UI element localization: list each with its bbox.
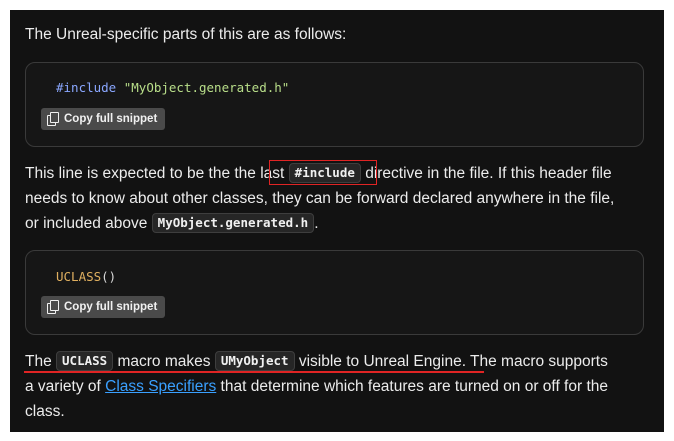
paragraph-line: needs to know about other classes, they … <box>25 190 615 207</box>
code-line: UCLASS() <box>56 269 116 284</box>
intro-text: The Unreal-specific parts of this are as… <box>25 26 347 43</box>
code-string: "MyObject.generated.h" <box>123 80 290 95</box>
text-span: a variety of <box>25 378 106 395</box>
inline-code: MyObject.generated.h <box>151 213 315 233</box>
code-macro: UCLASS <box>56 269 102 284</box>
text-span: directive in the file. If this header fi… <box>360 165 612 182</box>
highlight-underline <box>24 371 484 373</box>
text-span: . <box>314 215 319 232</box>
code-keyword: #include <box>56 80 117 95</box>
text-span: or included above <box>25 215 152 232</box>
code-snippet-uclass: UCLASS() Copy full snippet <box>25 250 644 335</box>
paragraph-line: a variety of Class Specifiers that deter… <box>25 374 608 400</box>
copy-snippet-button[interactable]: Copy full snippet <box>41 296 166 318</box>
text-span: This line is expected to be the the <box>25 165 261 182</box>
docs-panel: The Unreal-specific parts of this are as… <box>10 10 664 432</box>
code-snippet-include: #include "MyObject.generated.h" Copy ful… <box>25 62 644 147</box>
copy-icon <box>47 112 59 126</box>
inline-code: UCLASS <box>56 351 114 371</box>
highlight-box <box>269 160 377 185</box>
copy-snippet-label: Copy full snippet <box>64 113 158 125</box>
text-span: macro makes <box>113 353 215 370</box>
copy-snippet-button[interactable]: Copy full snippet <box>41 108 166 130</box>
inline-code: UMyObject <box>214 351 295 371</box>
text-span: that determine which features are turned… <box>216 378 608 395</box>
copy-icon <box>47 300 59 314</box>
code-punctuation: () <box>101 269 117 284</box>
text-span: visible to Unreal Engine. The macro supp… <box>294 353 608 370</box>
paragraph-line: class. <box>25 403 65 420</box>
copy-snippet-label: Copy full snippet <box>64 301 158 313</box>
code-line: #include "MyObject.generated.h" <box>56 80 289 95</box>
text-span: The <box>25 353 57 370</box>
class-specifiers-link[interactable]: Class Specifiers <box>105 378 216 395</box>
paragraph-line: or included above MyObject.generated.h. <box>25 211 319 237</box>
